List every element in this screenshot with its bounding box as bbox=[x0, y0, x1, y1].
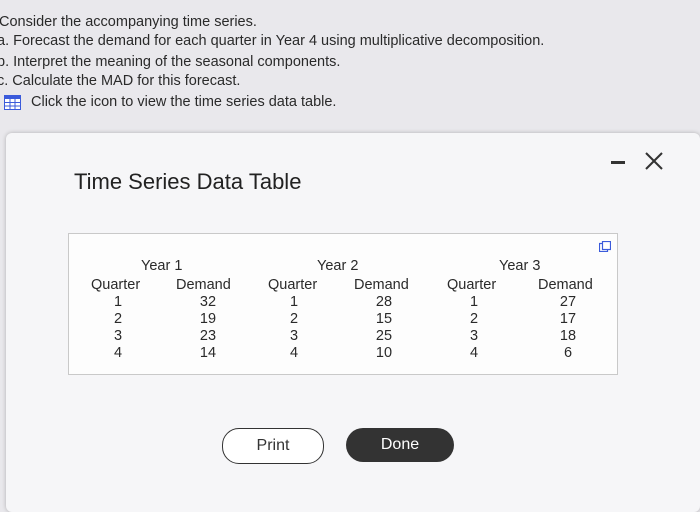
year1-demand-header: Demand bbox=[176, 277, 231, 293]
data-table: Year 1 Quarter Demand 1 2 3 4 32 19 23 1… bbox=[68, 233, 618, 375]
table-cell: 27 bbox=[559, 294, 577, 310]
table-cell: 2 bbox=[289, 311, 299, 327]
year1-quarter-header: Quarter bbox=[91, 277, 141, 293]
year2-header: Year 2 bbox=[317, 258, 359, 274]
year2-demand-header: Demand bbox=[354, 277, 409, 293]
table-cell: 3 bbox=[469, 328, 479, 344]
table-cell: 2 bbox=[113, 311, 123, 327]
table-cell: 14 bbox=[199, 345, 217, 361]
question-part-b: b. Interpret the meaning of the seasonal… bbox=[0, 54, 341, 70]
table-cell: 1 bbox=[289, 294, 299, 310]
year2-quarter-header: Quarter bbox=[268, 277, 318, 293]
table-cell: 3 bbox=[289, 328, 299, 344]
table-cell: 15 bbox=[375, 311, 393, 327]
table-cell: 3 bbox=[113, 328, 123, 344]
year1-header: Year 1 bbox=[141, 258, 183, 274]
done-button[interactable]: Done bbox=[346, 428, 454, 462]
question-intro: Consider the accompanying time series. bbox=[0, 14, 257, 30]
table-cell: 32 bbox=[199, 294, 217, 310]
data-table-link[interactable]: Click the icon to view the time series d… bbox=[4, 94, 336, 110]
table-cell: 4 bbox=[289, 345, 299, 361]
time-series-dialog: Time Series Data Table Year 1 Quarter De… bbox=[6, 133, 700, 512]
table-cell: 23 bbox=[199, 328, 217, 344]
year3-quarter-header: Quarter bbox=[447, 277, 497, 293]
table-cell: 6 bbox=[563, 345, 573, 361]
table-cell: 18 bbox=[559, 328, 577, 344]
print-button[interactable]: Print bbox=[222, 428, 324, 464]
table-grid-icon[interactable] bbox=[4, 94, 21, 110]
table-cell: 10 bbox=[375, 345, 393, 361]
copy-icon[interactable] bbox=[599, 241, 611, 252]
minimize-icon[interactable] bbox=[611, 161, 625, 164]
question-part-c: c. Calculate the MAD for this forecast. bbox=[0, 73, 241, 89]
data-table-link-label[interactable]: Click the icon to view the time series d… bbox=[31, 94, 336, 110]
table-cell: 17 bbox=[559, 311, 577, 327]
table-cell: 2 bbox=[469, 311, 479, 327]
table-cell: 1 bbox=[113, 294, 123, 310]
table-cell: 1 bbox=[469, 294, 479, 310]
question-part-a: a. Forecast the demand for each quarter … bbox=[0, 33, 545, 49]
table-cell: 25 bbox=[375, 328, 393, 344]
close-icon[interactable] bbox=[643, 150, 665, 172]
table-cell: 28 bbox=[375, 294, 393, 310]
year3-header: Year 3 bbox=[499, 258, 541, 274]
table-cell: 4 bbox=[113, 345, 123, 361]
dialog-title: Time Series Data Table bbox=[74, 169, 302, 194]
table-cell: 19 bbox=[199, 311, 217, 327]
year3-demand-header: Demand bbox=[538, 277, 593, 293]
table-cell: 4 bbox=[469, 345, 479, 361]
